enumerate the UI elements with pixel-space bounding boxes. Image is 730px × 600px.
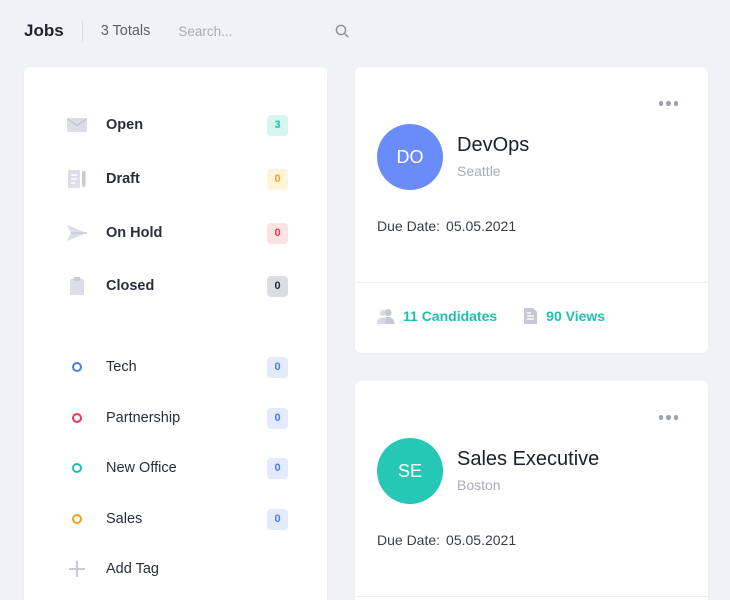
paper-plane-icon: [66, 222, 88, 244]
count-badge: 0: [267, 508, 288, 530]
due-date-label: Due Date:: [377, 532, 441, 548]
sidebar-item-open[interactable]: Open 3: [66, 111, 288, 139]
sidebar-tag-tech[interactable]: Tech 0: [66, 353, 288, 381]
users-icon: [377, 309, 395, 324]
job-card[interactable]: SE Sales Executive Boston Due Date: 05.0…: [355, 381, 708, 600]
count-badge: 0: [267, 407, 288, 429]
due-date-row: Due Date: 05.05.2021: [377, 218, 516, 234]
plus-icon: [66, 558, 88, 580]
due-date-row: Due Date: 05.05.2021: [377, 532, 516, 548]
sidebar-tag-partnership[interactable]: Partnership 0: [66, 404, 288, 432]
sidebar-item-closed[interactable]: Closed 0: [66, 272, 288, 300]
job-stats: 11 Candidates 90 Views: [377, 307, 605, 325]
avatar: SE: [377, 438, 443, 504]
job-title: DevOps: [457, 134, 530, 156]
count-badge: 0: [267, 275, 288, 297]
sidebar-item-on-hold[interactable]: On Hold 0: [66, 219, 288, 247]
sidebar-item-label: Draft: [106, 171, 140, 187]
header-divider: [81, 20, 83, 42]
avatar: DO: [377, 124, 443, 190]
tag-dot-icon: [66, 457, 88, 479]
sidebar-tag-sales[interactable]: Sales 0: [66, 505, 288, 533]
views-link[interactable]: 90 Views: [523, 307, 605, 325]
document-icon: [524, 308, 538, 324]
due-date-value: 05.05.2021: [446, 532, 517, 548]
add-tag-label: Add Tag: [106, 561, 159, 577]
add-tag-button[interactable]: Add Tag: [66, 555, 288, 583]
card-divider: [355, 282, 708, 283]
sidebar: Open 3 Draft 0 On Hold 0 Closed 0 Tech 0…: [24, 67, 327, 600]
candidates-count: 11 Candidates: [403, 308, 498, 324]
search-box: [178, 18, 349, 44]
search-icon[interactable]: [335, 24, 349, 38]
sidebar-item-label: New Office: [106, 460, 177, 476]
envelope-icon: [66, 114, 88, 136]
job-title: Sales Executive: [457, 448, 600, 470]
candidates-link[interactable]: 11 Candidates: [377, 307, 497, 325]
sidebar-item-label: Tech: [106, 359, 137, 375]
sidebar-item-draft[interactable]: Draft 0: [66, 165, 288, 193]
sidebar-tag-new-office[interactable]: New Office 0: [66, 454, 288, 482]
clipboard-icon: [66, 275, 88, 297]
sidebar-item-label: Sales: [106, 511, 143, 527]
sidebar-item-label: On Hold: [106, 225, 163, 241]
card-divider: [355, 596, 708, 597]
count-badge: 0: [267, 168, 288, 190]
job-card[interactable]: DO DevOps Seattle Due Date: 05.05.2021 1…: [355, 67, 708, 353]
count-badge: 0: [267, 457, 288, 479]
more-options-icon[interactable]: [658, 415, 678, 420]
job-location: Seattle: [457, 163, 501, 179]
count-badge: 0: [267, 222, 288, 244]
top-bar: Jobs 3 Totals: [24, 0, 364, 62]
job-location: Boston: [457, 477, 501, 493]
count-badge: 3: [267, 114, 288, 136]
tag-dot-icon: [66, 508, 88, 530]
search-input[interactable]: [178, 18, 347, 44]
views-count: 90 Views: [546, 308, 606, 324]
count-badge: 0: [267, 356, 288, 378]
sidebar-item-label: Closed: [106, 278, 155, 294]
jobs-total-count: 3 Totals: [100, 23, 151, 39]
tag-dot-icon: [66, 407, 88, 429]
sidebar-item-label: Open: [106, 117, 144, 133]
due-date-value: 05.05.2021: [446, 218, 517, 234]
draft-icon: [66, 168, 88, 190]
more-options-icon[interactable]: [658, 101, 678, 106]
due-date-label: Due Date:: [377, 218, 441, 234]
tag-dot-icon: [66, 356, 88, 378]
sidebar-item-label: Partnership: [106, 410, 181, 426]
page-title: Jobs: [24, 21, 64, 40]
